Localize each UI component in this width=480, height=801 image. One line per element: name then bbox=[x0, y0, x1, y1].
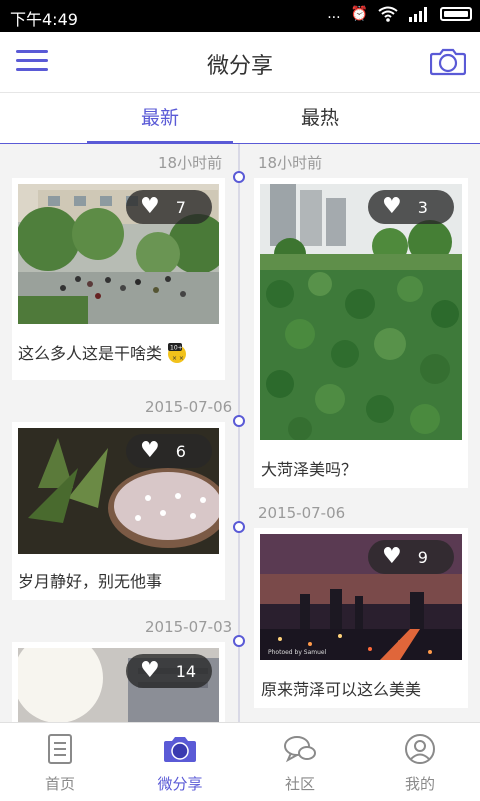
nav-label: 我的 bbox=[404, 775, 435, 793]
heart-icon: ♥ bbox=[382, 194, 402, 219]
status-time: 下午4:49 bbox=[10, 10, 78, 29]
bottom-nav: 首页 微分享 社区 我的 bbox=[0, 722, 480, 801]
post-caption: 岁月静好，别无他事 bbox=[18, 572, 163, 591]
post-caption: 原来菏泽可以这么美美 bbox=[261, 680, 422, 699]
alarm-icon: ⏰ bbox=[350, 6, 368, 22]
document-icon bbox=[48, 734, 72, 764]
cell-signal-icon bbox=[409, 7, 427, 22]
emoji-sticker-icon: 10+ × × bbox=[168, 343, 187, 363]
nav-label: 首页 bbox=[44, 775, 75, 793]
nav-community[interactable]: 社区 bbox=[240, 723, 360, 801]
post-photo-street[interactable]: ♥ 7 bbox=[18, 184, 219, 324]
battery-icon bbox=[440, 7, 472, 21]
share-feed[interactable]: 18小时前 18小时前 2015-07-06 2015-07-06 2015-0… bbox=[0, 144, 480, 722]
like-button[interactable]: ♥ 7 bbox=[126, 190, 212, 224]
timeline-dot bbox=[233, 521, 245, 533]
camera-icon bbox=[164, 737, 196, 762]
post-date: 2015-07-06 bbox=[145, 398, 233, 416]
timeline-dot bbox=[233, 415, 245, 427]
post-card[interactable]: ♥ 14 bbox=[12, 642, 225, 722]
svg-text:× ×: × × bbox=[172, 355, 184, 362]
emoji-badge-text: 10+ bbox=[170, 345, 183, 352]
app-header: 微分享 bbox=[0, 32, 480, 93]
like-button[interactable]: ♥ 9 bbox=[368, 540, 454, 574]
user-icon bbox=[405, 734, 435, 764]
heart-icon: ♥ bbox=[382, 544, 402, 569]
heart-icon: ♥ bbox=[140, 194, 160, 219]
heart-icon: ♥ bbox=[140, 658, 160, 683]
status-bar: 下午4:49 ... ⏰ bbox=[0, 0, 480, 32]
post-date: 2015-07-06 bbox=[258, 504, 346, 522]
tab-hottest[interactable]: 最热 bbox=[247, 93, 393, 143]
like-count: 7 bbox=[175, 197, 186, 217]
nav-label: 社区 bbox=[284, 775, 315, 793]
tab-latest[interactable]: 最新 bbox=[87, 93, 233, 144]
chat-bubbles-icon bbox=[284, 736, 316, 763]
timeline-dot bbox=[233, 635, 245, 647]
like-button[interactable]: ♥ 14 bbox=[126, 654, 212, 688]
nav-label: 微分享 bbox=[157, 775, 203, 793]
post-photo-flowers[interactable]: ♥ 6 bbox=[18, 428, 219, 554]
photo-watermark: Photoed by Samuel bbox=[268, 649, 327, 656]
post-card[interactable]: ♥ 6 岁月静好，别无他事 bbox=[12, 422, 225, 600]
nav-me[interactable]: 我的 bbox=[360, 723, 480, 801]
post-card[interactable]: Photoed by Samuel ♥ 9 原来菏泽可以这么美美 bbox=[254, 528, 468, 708]
post-date: 2015-07-03 bbox=[145, 618, 233, 636]
post-card[interactable]: ♥ 3 大菏泽美吗？ bbox=[254, 178, 468, 488]
like-count: 9 bbox=[417, 547, 428, 567]
post-caption: 这么多人这是干啥类 10+ × × bbox=[18, 340, 190, 364]
like-count: 14 bbox=[175, 661, 197, 681]
tab-bar: 最新 最热 bbox=[0, 93, 480, 144]
timeline-dot bbox=[233, 171, 245, 183]
heart-icon: ♥ bbox=[140, 438, 160, 463]
camera-icon[interactable] bbox=[430, 46, 466, 76]
nav-share[interactable]: 微分享 bbox=[120, 723, 240, 801]
post-photo-sunlight[interactable]: ♥ 14 bbox=[18, 648, 219, 722]
like-button[interactable]: ♥ 6 bbox=[126, 434, 212, 468]
like-count: 6 bbox=[175, 441, 186, 461]
post-photo-lotus-pond[interactable]: ♥ 3 bbox=[260, 184, 462, 440]
post-photo-city-night[interactable]: Photoed by Samuel ♥ 9 bbox=[260, 534, 462, 660]
like-button[interactable]: ♥ 3 bbox=[368, 190, 454, 224]
post-date: 18小时前 bbox=[258, 154, 323, 172]
like-count: 3 bbox=[417, 197, 428, 217]
wifi-icon bbox=[378, 6, 398, 22]
signal-dots: ... bbox=[327, 6, 341, 22]
page-title: 微分享 bbox=[206, 54, 273, 79]
post-date: 18小时前 bbox=[158, 154, 223, 172]
nav-home[interactable]: 首页 bbox=[0, 723, 120, 801]
post-card[interactable]: ♥ 7 这么多人这是干啥类 10+ × × bbox=[12, 178, 225, 380]
post-caption: 大菏泽美吗？ bbox=[261, 460, 358, 479]
